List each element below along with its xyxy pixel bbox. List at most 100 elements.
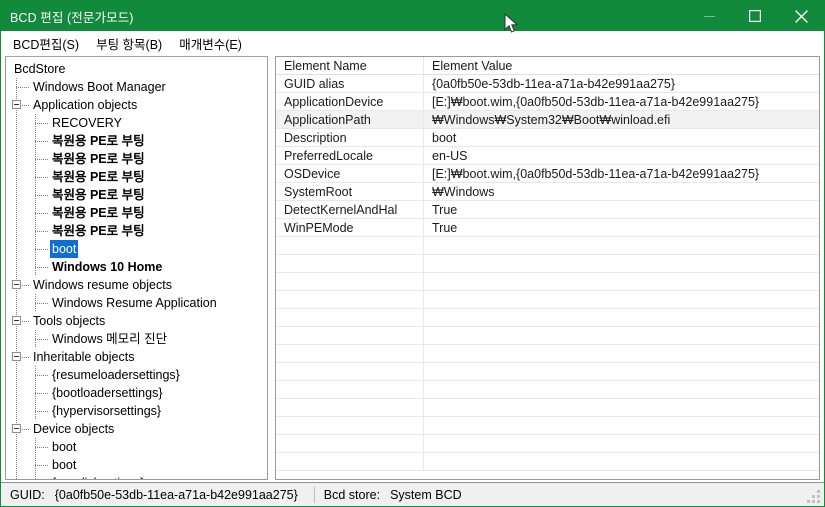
tree-collapse-icon[interactable] [12,316,21,325]
tree-collapse-icon[interactable] [12,100,21,109]
tree-guide-line [22,429,30,430]
tree-node[interactable]: Application objects [6,96,267,114]
resize-grip[interactable] [807,490,821,504]
grid-row[interactable]: ApplicationDevice [E:]₩boot.wim,{0a0fb50d… [276,92,819,111]
grid-row[interactable]: GUID alias {0a0fb50e-53db-11ea-a71a-b42e9… [276,74,819,93]
grid-empty-row[interactable] [276,416,819,435]
window-controls [686,1,824,31]
tree-node[interactable]: 복원용 PE로 부팅 [6,186,267,204]
tree-node[interactable]: {resumeloadersettings} [6,366,267,384]
tree-guide-line [16,330,17,348]
tree-node[interactable]: RECOVERY [6,114,267,132]
grid-empty-row[interactable] [276,236,819,255]
tree-node[interactable]: {bootloadersettings} [6,384,267,402]
grid-empty-row[interactable] [276,452,819,471]
tree-node-label: RECOVERY [52,116,122,130]
tree-node[interactable]: boot [6,240,267,258]
grid-empty-row[interactable] [276,290,819,309]
grid-empty-row[interactable] [276,362,819,381]
menu-item-1[interactable]: 부팅 항목(B) [88,31,171,57]
menu-item-2[interactable]: 매개변수(E) [171,31,251,57]
tree-gutter [6,60,12,78]
tree-node[interactable]: Device objects [6,420,267,438]
grid-element-name: Description [276,128,424,147]
tree-node[interactable]: Windows 메모리 진단 [6,330,267,348]
tree-gutter [6,474,50,479]
tree-node[interactable]: boot [6,438,267,456]
grid-empty-row[interactable] [276,326,819,345]
grid-row[interactable]: ApplicationPath ₩Windows₩System32₩Boot₩wi… [276,110,819,129]
grid-empty-row[interactable] [276,308,819,327]
grid-column-header[interactable]: Element Name [276,57,424,75]
grid-element-value[interactable]: [E:]₩boot.wim,{0a0fb50d-53db-11ea-a71a-b… [424,165,819,183]
status-bar: GUID: {0a0fb50e-53db-11ea-a71a-b42e991aa… [1,482,824,506]
tree-gutter [6,168,50,186]
grid-empty-row[interactable] [276,344,819,363]
tree-node[interactable]: Windows Boot Manager [6,78,267,96]
tree-node-label: 복원용 PE로 부팅 [52,224,145,238]
tree-guide-line [16,438,17,456]
tree-collapse-icon[interactable] [12,280,21,289]
grid-element-value[interactable]: {0a0fb50e-53db-11ea-a71a-b42e991aa275} [424,75,819,93]
grid-empty-row[interactable] [276,254,819,273]
tree-node[interactable]: Tools objects [6,312,267,330]
grid-element-value[interactable]: en-US [424,147,819,165]
grid-empty-row[interactable] [276,380,819,399]
tree-gutter [6,330,50,348]
grid-row[interactable]: OSDevice [E:]₩boot.wim,{0a0fb50d-53db-11e… [276,164,819,183]
tree-node[interactable]: Windows resume objects [6,276,267,294]
tree-node[interactable]: 복원용 PE로 부팅 [6,168,267,186]
tree-guide-line [16,258,17,276]
tree-guide-line [35,195,49,196]
grid-column-header[interactable]: Element Value [424,57,819,75]
bcd-tree-panel[interactable]: BcdStore Windows Boot Manager Application … [5,56,268,480]
tree-node[interactable]: 복원용 PE로 부팅 [6,132,267,150]
tree-node[interactable]: BcdStore [6,60,267,78]
grid-row[interactable]: DetectKernelAndHal True [276,200,819,219]
title-bar[interactable]: BCD 편집 (전문가모드) [1,1,824,31]
tree-node-label: boot [52,458,77,472]
grid-element-name [276,326,424,345]
tree-node[interactable]: 복원용 PE로 부팅 [6,204,267,222]
tree-node[interactable]: Windows 10 Home [6,258,267,276]
minimize-icon [703,15,715,17]
status-guid: GUID: {0a0fb50e-53db-11ea-a71a-b42e991aa… [1,488,298,502]
grid-empty-row[interactable] [276,434,819,453]
close-button[interactable] [778,1,824,31]
tree-node[interactable]: 복원용 PE로 부팅 [6,222,267,240]
grid-element-name: OSDevice [276,164,424,183]
tree-node[interactable]: boot [6,456,267,474]
grid-row[interactable]: PreferredLocale en-US [276,146,819,165]
tree-node[interactable]: Windows Resume Application [6,294,267,312]
grid-element-value[interactable]: [E:]₩boot.wim,{0a0fb50d-53db-11ea-a71a-b… [424,93,819,111]
tree-guide-line [16,384,17,402]
tree-guide-line [16,150,17,168]
tree-collapse-icon[interactable] [12,424,21,433]
grid-row[interactable]: Description boot [276,128,819,147]
minimize-button[interactable] [686,1,732,31]
tree-node-label: Application objects [33,98,138,112]
grid-element-value[interactable]: ₩Windows [424,183,819,201]
element-grid-panel[interactable]: Element Name Element Value GUID alias {0a0f… [275,56,820,480]
menu-item-0[interactable]: BCD편집(S) [5,31,88,57]
tree-node[interactable]: 복원용 PE로 부팅 [6,150,267,168]
tree-node[interactable]: {hypervisorsettings} [6,402,267,420]
grid-empty-row[interactable] [276,272,819,291]
grid-empty-row[interactable] [276,398,819,417]
tree-node-label: BcdStore [14,62,66,76]
grid-element-value[interactable]: boot [424,129,819,147]
window-title: BCD 편집 (전문가모드) [10,10,134,25]
tree-collapse-icon[interactable] [12,352,21,361]
tree-node[interactable]: {ramdiskoptions} [6,474,267,479]
grid-row[interactable]: WinPEMode True [276,218,819,237]
tree-guide-line [16,222,17,240]
grid-element-value[interactable]: ₩Windows₩System32₩Boot₩winload.efi [424,111,819,129]
bcd-edit-window: BCD 편집 (전문가모드) BCD편집(S)부팅 항목(B)매개변수(E) [0,0,825,507]
grid-element-value[interactable]: True [424,201,819,219]
maximize-button[interactable] [732,1,778,31]
grid-row[interactable]: SystemRoot ₩Windows [276,182,819,201]
status-guid-label: GUID: [10,487,45,502]
grid-element-value [424,255,819,273]
grid-element-value[interactable]: True [424,219,819,237]
tree-node[interactable]: Inheritable objects [6,348,267,366]
